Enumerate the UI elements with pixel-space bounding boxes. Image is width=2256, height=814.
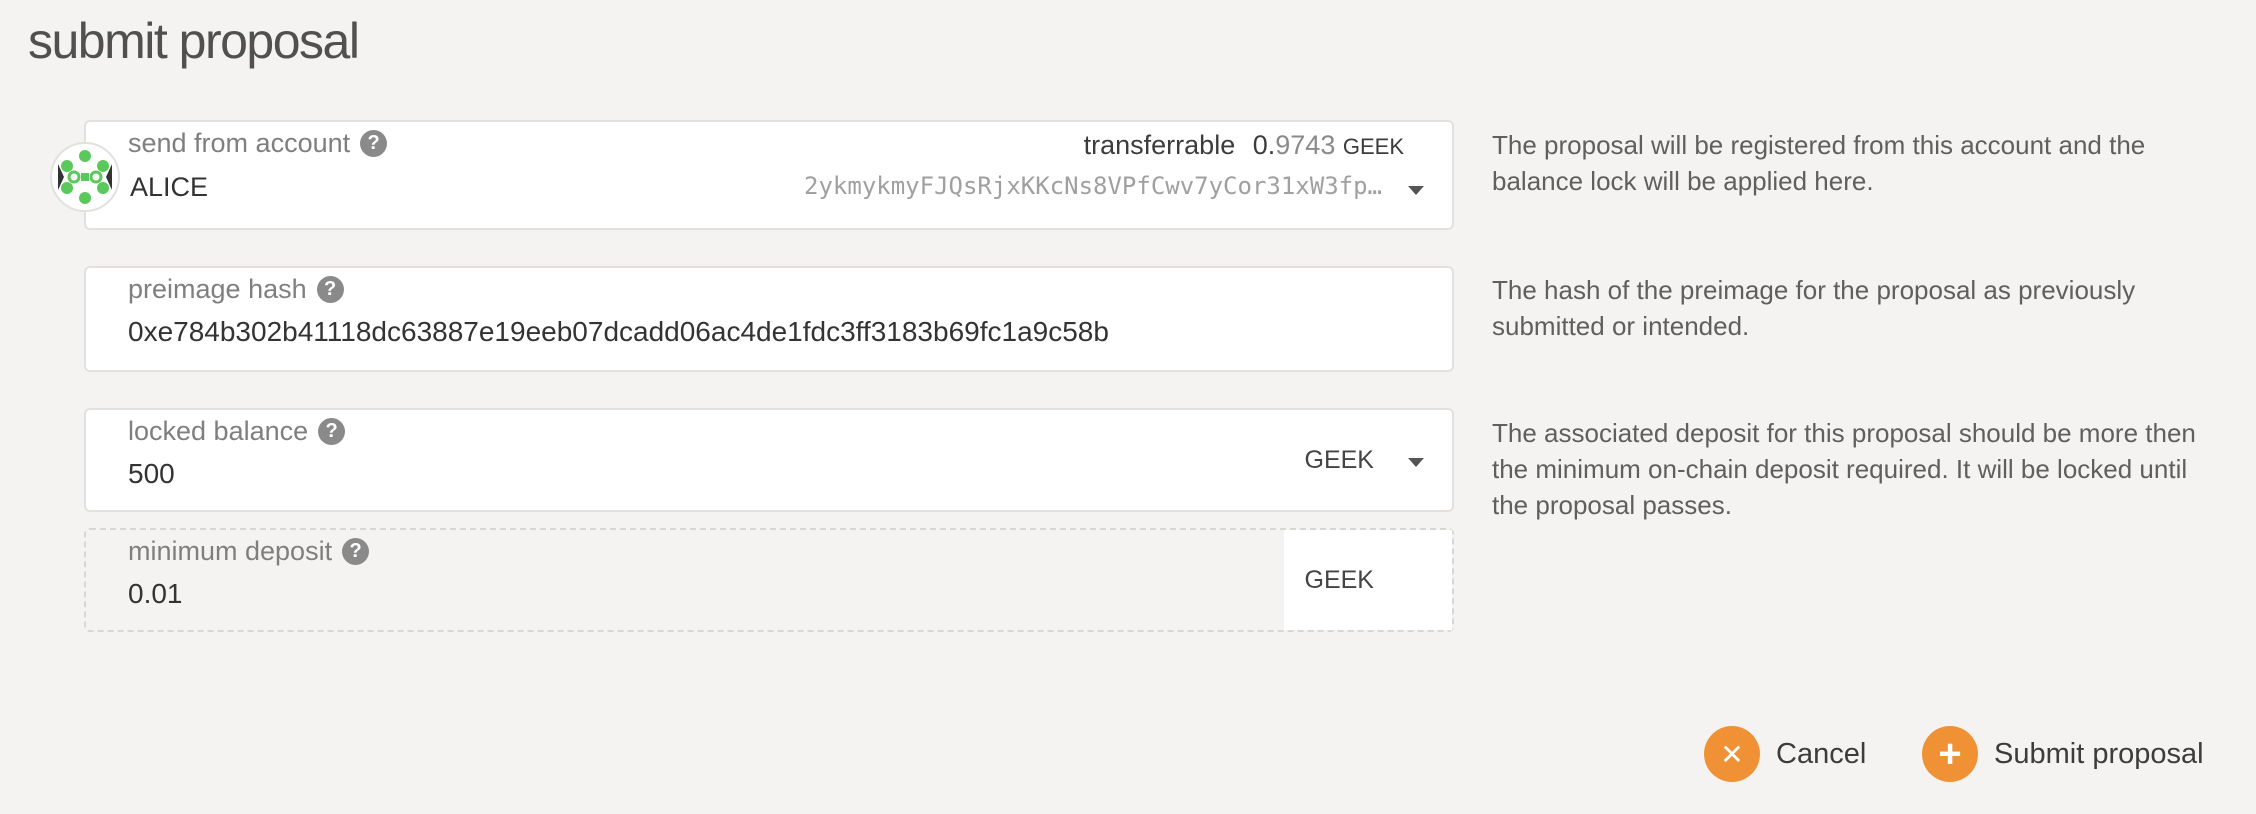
- chevron-down-icon[interactable]: [1408, 458, 1424, 467]
- balance-frac: 9743: [1275, 130, 1336, 160]
- help-icon[interactable]: ?: [360, 130, 388, 157]
- minimum-deposit-value: 0.01: [128, 578, 183, 609]
- preimage-hash-field[interactable]: preimage hash ? 0xe784b302b41118dc63887e…: [84, 266, 1454, 372]
- locked-balance-label: locked balance ?: [128, 416, 346, 447]
- close-icon: ✕: [1704, 726, 1760, 782]
- preimage-label: preimage hash ?: [128, 274, 344, 305]
- minimum-deposit-unit: GEEK: [1304, 566, 1374, 594]
- account-label: send from account ?: [128, 128, 388, 159]
- help-icon[interactable]: ?: [342, 538, 370, 565]
- plus-icon: +: [1922, 726, 1978, 782]
- minimum-deposit-label: minimum deposit ?: [128, 536, 370, 567]
- minimum-deposit-field: minimum deposit ? 0.01 GEEK: [84, 528, 1454, 632]
- locked-balance-input[interactable]: 500: [128, 458, 175, 490]
- submit-proposal-label: Submit proposal: [1994, 737, 2204, 770]
- account-selector[interactable]: send from account ? transferrable 0.9743…: [50, 120, 1454, 230]
- account-address: 2ykmykmyFJQsRjxKKcNs8VPfCwv7yCor31xW3fp…: [804, 172, 1382, 200]
- help-icon[interactable]: ?: [318, 418, 346, 445]
- balance-unit: GEEK: [1342, 134, 1404, 159]
- submit-proposal-button[interactable]: + Submit proposal: [1922, 726, 2204, 782]
- account-description: The proposal will be registered from thi…: [1492, 130, 2146, 196]
- account-name: ALICE: [130, 172, 209, 202]
- cancel-label: Cancel: [1776, 737, 1867, 770]
- page-title: submit proposal: [28, 13, 360, 69]
- account-avatar-icon: [50, 142, 120, 212]
- chevron-down-icon[interactable]: [1408, 186, 1424, 195]
- balance-int: 0.: [1252, 130, 1276, 160]
- help-icon[interactable]: ?: [316, 276, 344, 303]
- locked-balance-description: The associated deposit for this proposal…: [1492, 418, 2196, 520]
- preimage-hash-input[interactable]: 0xe784b302b41118dc63887e19eeb07dcadd06ac…: [128, 316, 1109, 348]
- cancel-button[interactable]: ✕ Cancel: [1704, 726, 1866, 782]
- locked-balance-field[interactable]: locked balance ? 500 GEEK: [84, 408, 1454, 512]
- locked-balance-unit-select[interactable]: GEEK: [1305, 446, 1374, 475]
- transferrable-info: transferrable 0.9743 GEEK: [1083, 130, 1404, 160]
- preimage-description: The hash of the preimage for the proposa…: [1492, 275, 2136, 341]
